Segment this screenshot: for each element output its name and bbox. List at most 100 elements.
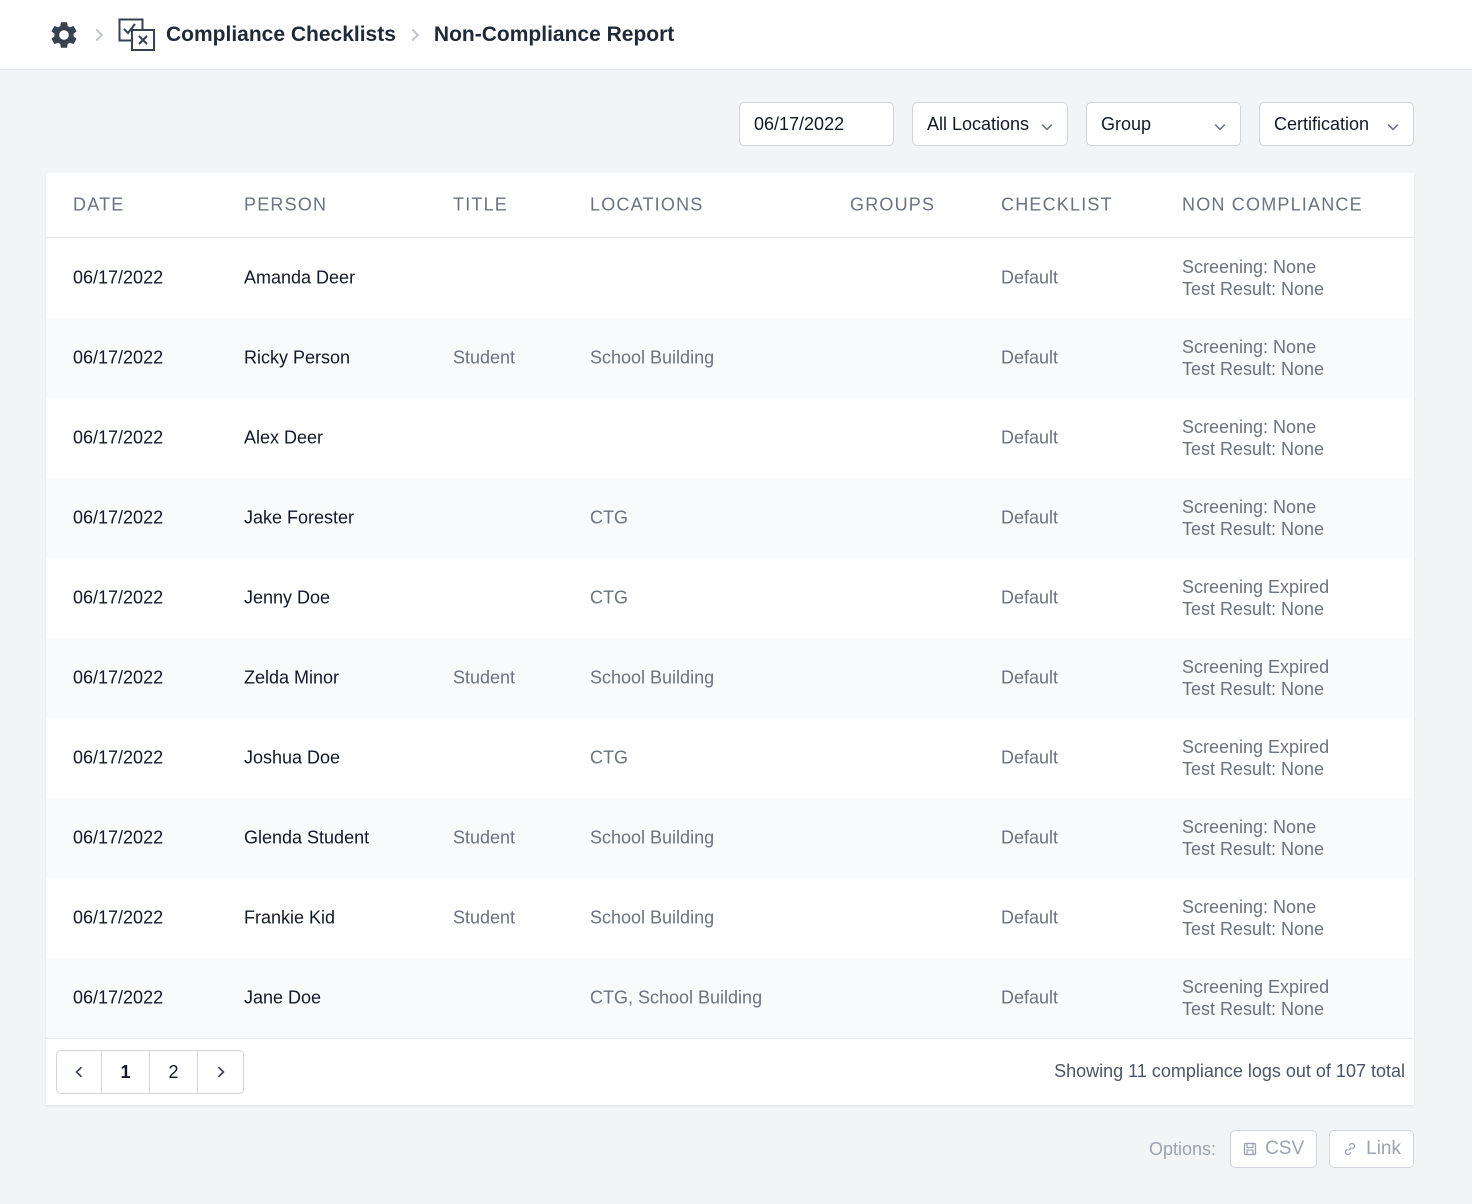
cell-non-compliance: Screening: None Test Result: None: [1182, 256, 1324, 300]
table-row[interactable]: 06/17/2022 Glenda Student Student School Bu…: [46, 798, 1414, 878]
table-header: DATE PERSON TITLE LOCATIONS GROUPS CHECK…: [46, 173, 1414, 238]
header-checklist: CHECKLIST: [1001, 194, 1113, 215]
non-compliance-screening: Screening: None: [1182, 497, 1317, 517]
table-row[interactable]: 06/17/2022 Amanda Deer Default Screening: N…: [46, 238, 1414, 318]
cell-non-compliance: Screening: None Test Result: None: [1182, 496, 1324, 540]
cell-checklist: Default: [1001, 347, 1059, 368]
cell-locations: School Building: [590, 907, 715, 928]
gear-icon[interactable]: [48, 19, 80, 51]
table-row[interactable]: 06/17/2022 Jake Forester CTG Default Screeni…: [46, 478, 1414, 558]
non-compliance-test-result: Test Result: None: [1182, 439, 1325, 459]
chevron-down-icon: [1387, 117, 1399, 138]
filter-bar: 06/17/2022 All Locations Group Certifica…: [739, 102, 1414, 146]
non-compliance-test-result: Test Result: None: [1182, 359, 1325, 379]
cell-non-compliance: Screening Expired Test Result: None: [1182, 736, 1329, 780]
cell-person: Jake Forester: [244, 507, 355, 528]
non-compliance-test-result: Test Result: None: [1182, 279, 1325, 299]
locations-value: All Locations: [927, 113, 1030, 134]
page-1-button[interactable]: 1: [102, 1051, 150, 1093]
header-non-compliance: NON COMPLIANCE: [1182, 194, 1363, 215]
non-compliance-screening: Screening: None: [1182, 337, 1317, 357]
cell-locations: CTG: [590, 747, 628, 768]
cell-non-compliance: Screening Expired Test Result: None: [1182, 976, 1329, 1020]
cell-locations: CTG, School Building: [590, 987, 763, 1008]
cell-locations: School Building: [590, 347, 715, 368]
cell-date: 06/17/2022: [73, 907, 164, 928]
header-person: PERSON: [244, 194, 328, 215]
page-title: Non-Compliance Report: [433, 22, 675, 46]
csv-button[interactable]: CSV: [1230, 1130, 1318, 1168]
table-row[interactable]: 06/17/2022 Alex Deer Default Screening: Non…: [46, 398, 1414, 478]
certification-select[interactable]: Certification: [1259, 102, 1414, 146]
non-compliance-test-result: Test Result: None: [1182, 519, 1325, 539]
group-select[interactable]: Group: [1086, 102, 1241, 146]
chevron-right-icon: [92, 28, 106, 42]
cell-date: 06/17/2022: [73, 747, 164, 768]
cell-non-compliance: Screening: None Test Result: None: [1182, 896, 1324, 940]
non-compliance-test-result: Test Result: None: [1182, 999, 1325, 1019]
link-icon: [1345, 1142, 1356, 1156]
table-row[interactable]: 06/17/2022 Joshua Doe CTG Default Screening …: [46, 718, 1414, 798]
cell-person: Joshua Doe: [244, 747, 341, 768]
chevron-right-icon: [217, 1066, 225, 1078]
top-bar: Compliance Checklists Non-Compliance Rep…: [0, 0, 1472, 70]
non-compliance-screening: Screening Expired: [1182, 657, 1330, 677]
cell-non-compliance: Screening: None Test Result: None: [1182, 816, 1324, 860]
non-compliance-test-result: Test Result: None: [1182, 919, 1325, 939]
date-input[interactable]: 06/17/2022: [739, 102, 894, 146]
non-compliance-screening: Screening: None: [1182, 257, 1317, 277]
table-row[interactable]: 06/17/2022 Jane Doe CTG, School Building De…: [46, 958, 1414, 1038]
cell-date: 06/17/2022: [73, 347, 164, 368]
cell-person: Jenny Doe: [244, 587, 331, 608]
cell-title: Student: [453, 667, 516, 688]
cell-person: Frankie Kid: [244, 907, 336, 928]
non-compliance-screening: Screening: None: [1182, 417, 1317, 437]
table-row[interactable]: 06/17/2022 Jenny Doe CTG Default Screening E…: [46, 558, 1414, 638]
cell-checklist: Default: [1001, 827, 1059, 848]
table-row[interactable]: 06/17/2022 Frankie Kid Student School Build…: [46, 878, 1414, 958]
non-compliance-test-result: Test Result: None: [1182, 759, 1325, 779]
chevron-down-icon: [1214, 117, 1226, 138]
locations-select[interactable]: All Locations: [912, 102, 1068, 146]
link-button[interactable]: Link: [1329, 1130, 1414, 1168]
cell-date: 06/17/2022: [73, 987, 164, 1008]
table-row[interactable]: 06/17/2022 Zelda Minor Student School Build…: [46, 638, 1414, 718]
csv-label: CSV: [1265, 1138, 1305, 1159]
cell-date: 06/17/2022: [73, 667, 164, 688]
cell-person: Ricky Person: [244, 347, 351, 368]
cell-title: Student: [453, 347, 516, 368]
cell-non-compliance: Screening: None Test Result: None: [1182, 336, 1324, 380]
non-compliance-screening: Screening: None: [1182, 817, 1317, 837]
table-footer: 1 2 Showing 11 compliance logs out of 10…: [46, 1038, 1414, 1105]
cell-person: Jane Doe: [244, 987, 322, 1008]
cell-person: Glenda Student: [244, 827, 370, 848]
header-title: TITLE: [453, 194, 509, 215]
link-label: Link: [1366, 1138, 1401, 1159]
cell-date: 06/17/2022: [73, 427, 164, 448]
cell-checklist: Default: [1001, 667, 1059, 688]
cell-person: Amanda Deer: [244, 267, 356, 288]
non-compliance-screening: Screening Expired: [1182, 977, 1330, 997]
header-date: DATE: [73, 194, 125, 215]
non-compliance-screening: Screening Expired: [1182, 737, 1330, 757]
header-groups: GROUPS: [850, 194, 936, 215]
cell-locations: School Building: [590, 827, 715, 848]
non-compliance-test-result: Test Result: None: [1182, 679, 1325, 699]
next-page-button[interactable]: [198, 1051, 243, 1093]
cell-checklist: Default: [1001, 427, 1059, 448]
cell-checklist: Default: [1001, 747, 1059, 768]
breadcrumb-compliance-checklists[interactable]: Compliance Checklists: [166, 23, 396, 47]
page-2-button[interactable]: 2: [150, 1051, 198, 1093]
cell-title: Student: [453, 907, 516, 928]
cell-locations: CTG: [590, 587, 628, 608]
cell-non-compliance: Screening Expired Test Result: None: [1182, 656, 1329, 700]
prev-page-button[interactable]: [57, 1051, 102, 1093]
chevron-left-icon: [75, 1066, 82, 1078]
checklist-icon: [118, 18, 156, 52]
options-label: Options:: [1149, 1138, 1217, 1159]
table-row[interactable]: 06/17/2022 Ricky Person Student School Buil…: [46, 318, 1414, 398]
cell-person: Zelda Minor: [244, 667, 340, 688]
cell-date: 06/17/2022: [73, 827, 164, 848]
non-compliance-test-result: Test Result: None: [1182, 839, 1325, 859]
export-options: Options: CSV Link: [1149, 1130, 1414, 1168]
